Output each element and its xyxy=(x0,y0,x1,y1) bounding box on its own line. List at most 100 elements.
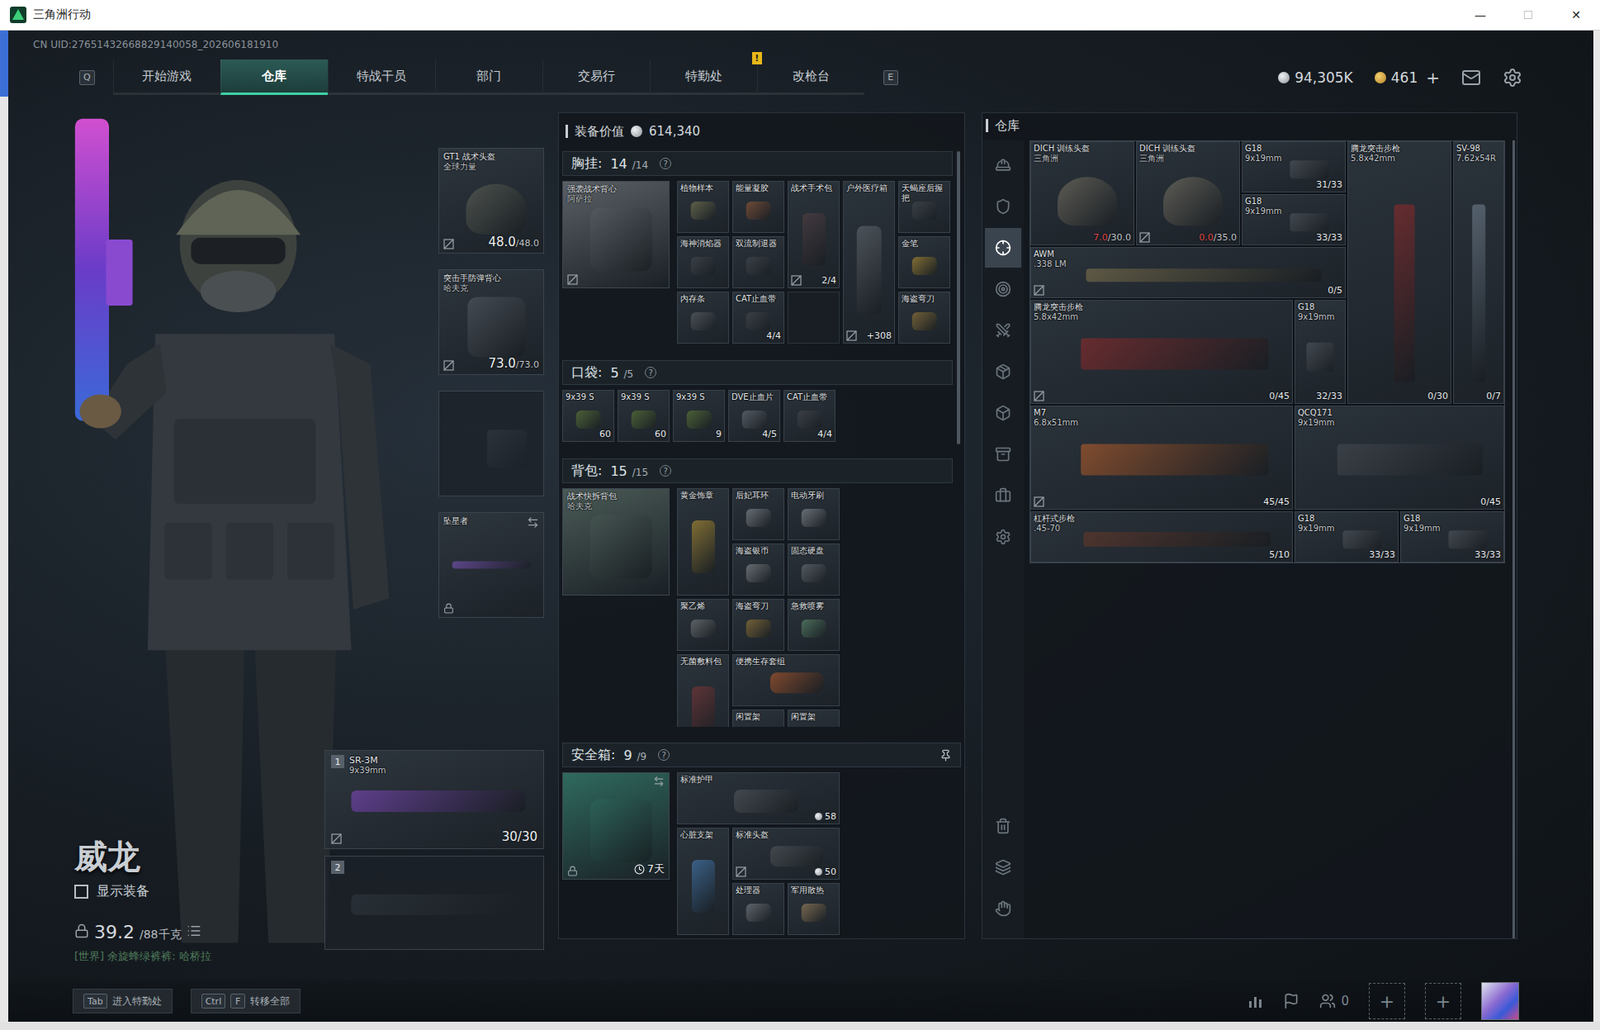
add-currency-button[interactable]: + xyxy=(1425,67,1440,88)
nav-tab[interactable]: 改枪台 xyxy=(757,59,865,95)
item-cell[interactable]: 便携生存套组 xyxy=(732,653,840,706)
item-cell[interactable]: 海盗弯刀 xyxy=(732,598,785,651)
item-cell[interactable]: 植物样本 xyxy=(676,180,729,233)
swap-icon[interactable] xyxy=(653,775,665,787)
item-cell[interactable]: G189x19mm33/33 xyxy=(1294,511,1399,563)
stats-icon[interactable] xyxy=(1246,992,1264,1009)
item-cell[interactable]: 9x39 S9 xyxy=(672,389,725,442)
item-cell[interactable]: 内存条 xyxy=(676,291,729,344)
item-cell[interactable]: CAT止血带4/4 xyxy=(783,389,836,442)
container-slot[interactable]: 强袭战术背心阿萨拉 xyxy=(562,180,670,289)
item-cell[interactable]: 户外医疗箱+308 xyxy=(842,180,895,344)
item-cell[interactable]: 心脏支架 xyxy=(676,827,729,935)
currency[interactable]: 94,305K xyxy=(1278,69,1354,86)
flag-icon[interactable] xyxy=(1282,992,1300,1009)
item-cell[interactable]: 黄金饰章 xyxy=(676,487,729,596)
item-cell[interactable]: QCQ1719x19mm0/45 xyxy=(1294,405,1505,510)
item-cell[interactable]: G189x19mm33/33 xyxy=(1241,194,1346,246)
item-cell[interactable]: 电动牙刷 xyxy=(787,487,840,540)
item-cell[interactable]: M76.8x51mm45/45 xyxy=(1030,405,1293,510)
nav-tab[interactable]: 交易行 xyxy=(542,59,650,95)
item-cell[interactable]: 聚乙烯 xyxy=(676,598,729,651)
swap-icon[interactable] xyxy=(526,515,540,529)
stash-tool[interactable] xyxy=(984,805,1022,846)
nav-tab[interactable]: 仓库 xyxy=(220,59,328,95)
item-cell[interactable]: DVE止血片4/5 xyxy=(728,389,781,442)
key-hint[interactable]: Tab进入特勤处 xyxy=(72,988,173,1014)
settings-icon[interactable] xyxy=(1502,67,1523,88)
stash-tab[interactable] xyxy=(984,475,1022,516)
stash-tab[interactable] xyxy=(984,145,1022,185)
item-cell[interactable]: 军用散热 xyxy=(787,882,840,935)
nav-prev-key[interactable]: Q xyxy=(79,70,95,86)
scrollbar[interactable] xyxy=(1512,140,1515,938)
stash-tab[interactable] xyxy=(984,227,1022,268)
item-cell[interactable]: 闲置架 xyxy=(732,709,785,727)
item-cell[interactable]: 天蝎座后握把 xyxy=(898,180,951,233)
nav-tab[interactable]: 开始游戏 xyxy=(113,59,221,95)
armor-slot[interactable]: 突击手防弹背心哈夫克73.0/73.0 xyxy=(438,269,545,375)
player-avatar[interactable] xyxy=(1481,981,1520,1020)
item-cell[interactable]: 金笔 xyxy=(898,236,951,289)
stash-tool[interactable] xyxy=(984,888,1022,928)
item-cell[interactable]: 9x39 S60 xyxy=(617,389,670,442)
item-cell[interactable]: 后妃耳环 xyxy=(732,487,785,540)
window-control[interactable]: — xyxy=(1456,0,1505,30)
item-cell[interactable]: 无菌敷料包 xyxy=(676,653,729,727)
item-cell[interactable]: 标准护甲58 xyxy=(676,771,840,824)
stash-tab[interactable] xyxy=(984,269,1022,309)
item-cell[interactable]: 战术手术包2/4 xyxy=(787,180,840,289)
container-slot[interactable]: 战术快拆背包哈夫克 xyxy=(562,487,670,596)
friends-button[interactable]: 0 xyxy=(1319,992,1350,1009)
melee-slot[interactable]: 坠星者 xyxy=(438,511,545,618)
nav-tab[interactable]: 特勤处! xyxy=(649,59,758,95)
item-cell[interactable]: 闲置架 xyxy=(787,709,840,727)
pistol-slot[interactable] xyxy=(438,390,545,497)
item-cell[interactable]: G189x19mm32/33 xyxy=(1294,299,1346,404)
item-cell[interactable]: 海神消焰器 xyxy=(676,236,729,289)
nav-tab[interactable]: 特战干员 xyxy=(327,59,436,95)
help-button[interactable]: ? xyxy=(657,748,670,761)
item-cell[interactable]: 9x39 S60 xyxy=(562,389,615,442)
mail-icon[interactable] xyxy=(1461,67,1482,88)
pin-icon[interactable] xyxy=(939,748,952,762)
stash-tab[interactable] xyxy=(984,310,1022,351)
nav-tab[interactable]: 部门 xyxy=(435,59,543,95)
item-cell[interactable]: SV-987.62x54R0/7 xyxy=(1453,141,1505,404)
item-cell[interactable]: 腾龙突击步枪5.8x42mm0/45 xyxy=(1030,299,1293,404)
item-cell[interactable]: 能量凝胶 xyxy=(732,180,785,233)
help-button[interactable]: ? xyxy=(644,366,657,379)
item-cell[interactable]: AWM.338 LM0/5 xyxy=(1030,246,1346,299)
item-cell[interactable]: 标准头盔50 xyxy=(732,827,840,880)
help-button[interactable]: ? xyxy=(659,464,672,477)
checkbox[interactable] xyxy=(74,884,89,899)
stash-tab[interactable] xyxy=(984,516,1022,557)
show-gear-toggle[interactable]: 显示装备 xyxy=(74,882,325,900)
item-cell[interactable]: 海盗银币 xyxy=(732,543,785,596)
invite-slot[interactable]: + xyxy=(1424,982,1462,1019)
item-cell[interactable]: DICH 训练头盔三角洲7.0/30.0 xyxy=(1030,141,1135,246)
item-cell[interactable]: 双流制退器 xyxy=(732,236,785,289)
item-cell[interactable]: 杠杆式步枪.45-705/10 xyxy=(1030,511,1293,563)
invite-slot[interactable]: + xyxy=(1368,982,1406,1019)
item-cell[interactable]: G189x19mm33/33 xyxy=(1400,511,1505,563)
stash-tab[interactable] xyxy=(984,434,1022,474)
weapon-slot[interactable]: 2 xyxy=(324,855,545,950)
stash-tab[interactable] xyxy=(984,186,1022,227)
item-cell[interactable]: 急救喷雾 xyxy=(787,598,840,651)
weapon-slot[interactable]: 1SR-3M9x39mm30/30 xyxy=(324,749,545,849)
item-cell[interactable]: DICH 训练头盔三角洲0.0/35.0 xyxy=(1136,141,1241,246)
stash-tool[interactable] xyxy=(984,847,1022,887)
item-cell[interactable]: 海盗弯刀 xyxy=(898,291,951,344)
stash-tab[interactable] xyxy=(984,392,1022,433)
item-cell[interactable]: CAT止血带4/4 xyxy=(732,291,785,344)
nav-next-key[interactable]: E xyxy=(883,70,899,86)
item-cell[interactable]: 腾龙突击步枪5.8x42mm0/30 xyxy=(1347,141,1452,404)
item-cell[interactable]: G189x19mm31/33 xyxy=(1241,141,1346,193)
key-hint[interactable]: CtrlF转移全部 xyxy=(190,988,302,1014)
window-control[interactable]: ✕ xyxy=(1552,0,1600,30)
item-cell[interactable]: 处理器 xyxy=(732,882,785,935)
item-cell[interactable]: 固态硬盘 xyxy=(787,543,840,596)
list-icon[interactable] xyxy=(186,923,202,938)
help-button[interactable]: ? xyxy=(659,157,672,170)
